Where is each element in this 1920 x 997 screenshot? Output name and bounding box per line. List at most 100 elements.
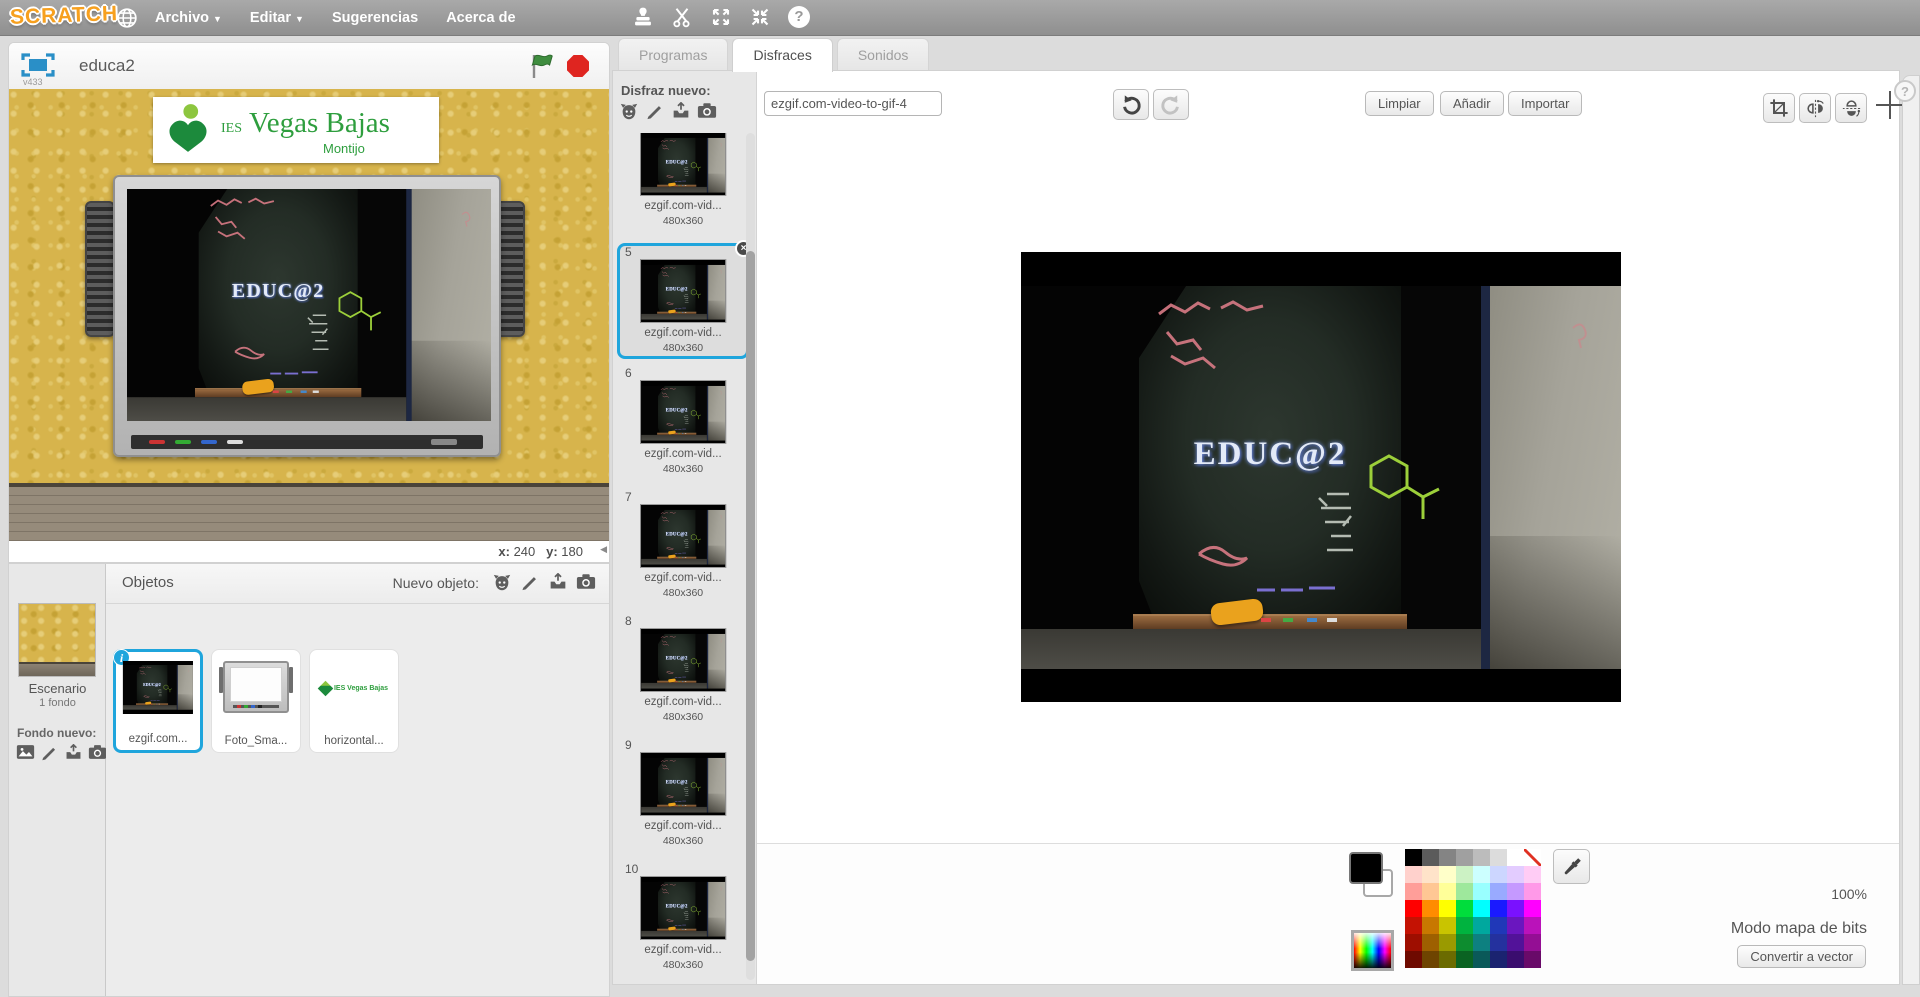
stage-backdrop-thumb[interactable] xyxy=(18,603,96,677)
palette-swatch[interactable] xyxy=(1490,951,1507,968)
costume-library-icon[interactable] xyxy=(619,102,638,120)
palette-swatch[interactable] xyxy=(1507,866,1524,883)
menu-editar[interactable]: Editar▼ xyxy=(250,10,304,26)
palette-swatch[interactable] xyxy=(1490,866,1507,883)
menu-acerca-de[interactable]: Acerca de xyxy=(446,10,515,26)
costume-item[interactable]: 8 EDUC@2 xyxy=(620,615,746,731)
palette-swatch[interactable] xyxy=(1422,883,1439,900)
palette-swatch[interactable] xyxy=(1405,900,1422,917)
backdrop-library-icon[interactable] xyxy=(16,744,35,762)
palette-swatch[interactable] xyxy=(1507,951,1524,968)
import-button[interactable]: Importar xyxy=(1508,91,1582,116)
palette-swatch[interactable] xyxy=(1422,866,1439,883)
stage-view[interactable]: IES Vegas Bajas Montijo EDUC@2 xyxy=(9,89,609,541)
menu-archivo[interactable]: Archivo▼ xyxy=(155,10,222,26)
camera-backdrop-icon[interactable] xyxy=(88,744,107,762)
convert-to-vector-button[interactable]: Convertir a vector xyxy=(1737,945,1866,968)
palette-swatch[interactable] xyxy=(1439,934,1456,951)
palette-swatch[interactable] xyxy=(1405,934,1422,951)
upload-costume-icon[interactable] xyxy=(671,102,690,120)
palette-swatch[interactable] xyxy=(1405,866,1422,883)
costume-item[interactable]: 4 EDUC@2 xyxy=(620,133,746,235)
stop-sign-icon[interactable] xyxy=(567,55,589,77)
palette-swatch[interactable] xyxy=(1405,883,1422,900)
palette-swatch[interactable] xyxy=(1456,951,1473,968)
palette-swatch[interactable] xyxy=(1473,900,1490,917)
flip-horizontal-icon[interactable] xyxy=(1799,93,1831,123)
language-globe-icon[interactable] xyxy=(116,7,138,29)
palette-swatch[interactable] xyxy=(1490,849,1507,866)
add-button[interactable]: Añadir xyxy=(1440,91,1504,116)
palette-swatch[interactable] xyxy=(1456,866,1473,883)
palette-swatch[interactable] xyxy=(1490,900,1507,917)
palette-swatch[interactable] xyxy=(1439,917,1456,934)
palette-swatch[interactable] xyxy=(1507,934,1524,951)
sprite-card-horizontal[interactable]: IES Vegas Bajas horizontal... xyxy=(309,649,399,753)
palette-swatch[interactable] xyxy=(1524,951,1541,968)
palette-swatch[interactable] xyxy=(1507,900,1524,917)
foreground-color-swatch[interactable] xyxy=(1349,852,1383,884)
paint-costume-icon[interactable] xyxy=(645,102,664,120)
costume-item[interactable]: 9 EDUC@2 xyxy=(620,739,746,855)
palette-swatch[interactable] xyxy=(1422,849,1439,866)
shrink-sprite-icon[interactable] xyxy=(749,6,771,28)
costume-item[interactable]: 5 EDUC@2 xyxy=(617,243,749,359)
sprite-library-icon[interactable] xyxy=(492,573,511,591)
palette-swatch[interactable] xyxy=(1405,951,1422,968)
palette-swatch[interactable] xyxy=(1456,883,1473,900)
palette-swatch[interactable] xyxy=(1524,900,1541,917)
palette-swatch[interactable] xyxy=(1456,917,1473,934)
eyedropper-icon[interactable] xyxy=(1553,849,1590,884)
palette-swatch[interactable] xyxy=(1439,849,1456,866)
palette-swatch[interactable] xyxy=(1422,951,1439,968)
clear-button[interactable]: Limpiar xyxy=(1365,91,1434,116)
tab-sonidos[interactable]: Sonidos xyxy=(837,38,930,70)
palette-swatch[interactable] xyxy=(1422,934,1439,951)
sprite-card-foto[interactable]: Foto_Sma... xyxy=(211,649,301,753)
scratch-logo[interactable]: SCRATCH xyxy=(10,2,119,30)
redo-button[interactable] xyxy=(1153,89,1189,120)
palette-swatch[interactable] xyxy=(1490,934,1507,951)
paint-canvas[interactable]: EDUC@2 xyxy=(758,123,1899,843)
palette-swatch[interactable] xyxy=(1439,900,1456,917)
crop-icon[interactable] xyxy=(1763,93,1795,123)
palette-swatch[interactable] xyxy=(1524,866,1541,883)
paint-backdrop-icon[interactable] xyxy=(40,744,59,762)
palette-swatch[interactable] xyxy=(1473,849,1490,866)
camera-costume-icon[interactable] xyxy=(697,102,716,120)
palette-swatch[interactable] xyxy=(1524,917,1541,934)
palette-swatch[interactable] xyxy=(1456,934,1473,951)
smartboard-sprite[interactable]: EDUC@2 xyxy=(113,175,501,457)
palette-swatch[interactable] xyxy=(1439,951,1456,968)
palette-swatch[interactable] xyxy=(1473,883,1490,900)
duplicate-stamp-icon[interactable] xyxy=(632,6,654,28)
camera-sprite-icon[interactable] xyxy=(576,573,595,591)
palette-swatch[interactable] xyxy=(1524,849,1541,866)
palette-swatch[interactable] xyxy=(1439,883,1456,900)
undo-button[interactable] xyxy=(1113,89,1149,120)
menu-sugerencias[interactable]: Sugerencias xyxy=(332,10,418,26)
palette-swatch[interactable] xyxy=(1422,900,1439,917)
costume-scrollbar-thumb[interactable] xyxy=(746,251,755,961)
palette-swatch[interactable] xyxy=(1456,900,1473,917)
delete-scissors-icon[interactable] xyxy=(671,6,693,28)
palette-swatch[interactable] xyxy=(1473,917,1490,934)
costume-item[interactable]: 7 EDUC@2 xyxy=(620,491,746,607)
sprite-card-ezgif[interactable]: i EDUC@2 xyxy=(113,649,203,753)
palette-swatch[interactable] xyxy=(1473,866,1490,883)
tab-programas[interactable]: Programas xyxy=(618,38,728,70)
help-icon[interactable]: ? xyxy=(788,6,810,28)
palette-swatch[interactable] xyxy=(1473,934,1490,951)
palette-swatch[interactable] xyxy=(1473,951,1490,968)
shrink-stage-arrow-icon[interactable]: ◀ xyxy=(600,544,607,555)
green-flag-icon[interactable] xyxy=(529,52,557,80)
palette-swatch[interactable] xyxy=(1507,849,1524,866)
paint-sprite-icon[interactable] xyxy=(520,573,539,591)
costume-name-input[interactable] xyxy=(764,91,942,116)
palette-swatch[interactable] xyxy=(1422,917,1439,934)
grow-sprite-icon[interactable] xyxy=(710,6,732,28)
upload-sprite-icon[interactable] xyxy=(548,573,567,591)
costume-item[interactable]: 10 EDUC@2 xyxy=(620,863,746,979)
costume-item[interactable]: 6 EDUC@2 xyxy=(620,367,746,483)
upload-backdrop-icon[interactable] xyxy=(64,744,83,762)
